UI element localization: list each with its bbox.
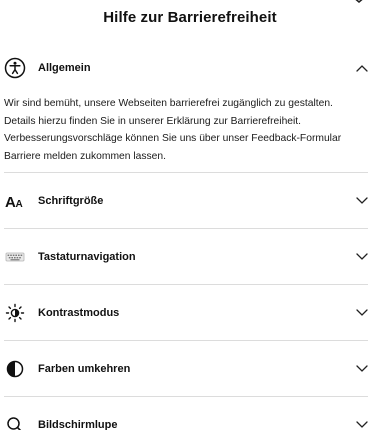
keyboard-icon <box>4 246 26 268</box>
section-kontrastmodus-header[interactable]: Kontrastmodus <box>4 297 368 329</box>
chevron-down-icon[interactable] <box>356 365 368 373</box>
section-farben-umkehren[interactable]: Farben umkehren <box>4 353 368 385</box>
svg-text:A: A <box>16 199 23 210</box>
section-schriftgroesse-header[interactable]: A A Schriftgröße <box>4 185 368 217</box>
brightness-icon <box>4 302 26 324</box>
section-allgemein-header[interactable]: Allgemein <box>4 52 368 84</box>
section-bildschirmlupe[interactable]: Bildschirmlupe <box>4 409 368 430</box>
divider <box>4 172 368 173</box>
chevron-down-icon[interactable] <box>356 421 368 429</box>
section-bildschirmlupe-label: Bildschirmlupe <box>38 419 118 430</box>
section-farben-umkehren-header[interactable]: Farben umkehren <box>4 353 368 385</box>
divider <box>4 284 368 285</box>
close-icon[interactable] <box>350 0 368 8</box>
accessibility-icon <box>4 57 26 79</box>
magnifier-icon <box>4 414 26 430</box>
section-allgemein[interactable]: Allgemein <box>4 52 368 84</box>
chevron-down-icon[interactable] <box>356 197 368 205</box>
panel-header: Hilfe zur Barrierefreiheit <box>0 0 380 36</box>
section-tastaturnavigation-header[interactable]: Tastaturnavigation <box>4 241 368 273</box>
section-farben-umkehren-label: Farben umkehren <box>38 363 131 375</box>
font-size-icon: A A <box>4 190 26 212</box>
invert-colors-icon <box>4 358 26 380</box>
section-kontrastmodus-label: Kontrastmodus <box>38 307 120 319</box>
section-bildschirmlupe-header[interactable]: Bildschirmlupe <box>4 409 368 430</box>
divider <box>4 340 368 341</box>
section-schriftgroesse-label: Schriftgröße <box>38 195 104 207</box>
svg-text:A: A <box>5 194 16 211</box>
accessibility-help-panel: Hilfe zur Barrierefreiheit Allgemein Wir… <box>0 0 380 430</box>
chevron-up-icon[interactable] <box>356 64 368 72</box>
panel-title: Hilfe zur Barrierefreiheit <box>103 9 277 26</box>
section-allgemein-label: Allgemein <box>38 62 91 74</box>
divider <box>4 396 368 397</box>
section-kontrastmodus[interactable]: Kontrastmodus <box>4 297 368 329</box>
chevron-down-icon[interactable] <box>356 309 368 317</box>
section-tastaturnavigation[interactable]: Tastaturnavigation <box>4 241 368 273</box>
divider <box>4 228 368 229</box>
section-schriftgroesse[interactable]: A A Schriftgröße <box>4 185 368 217</box>
section-tastaturnavigation-label: Tastaturnavigation <box>38 251 136 263</box>
section-allgemein-text: Wir sind bemüht, unsere Webseiten barrie… <box>4 98 342 162</box>
chevron-down-icon[interactable] <box>356 253 368 261</box>
